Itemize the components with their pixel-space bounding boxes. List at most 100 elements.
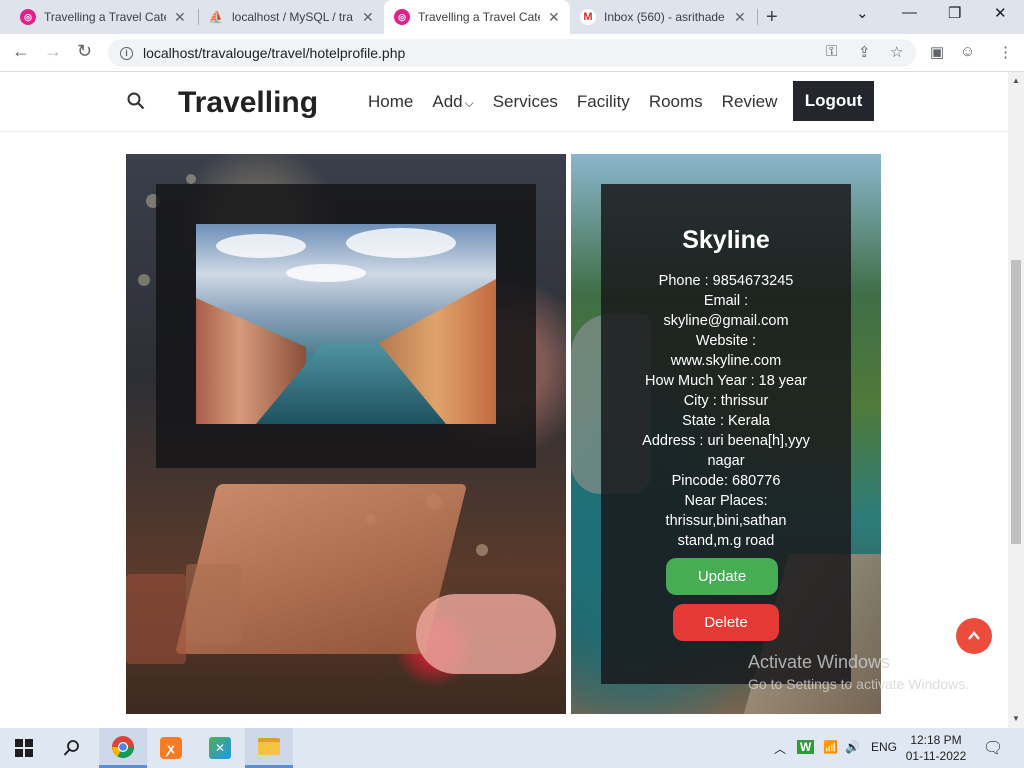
start-button[interactable] (0, 728, 48, 768)
nav-home[interactable]: Home (368, 92, 413, 112)
close-tab-icon[interactable]: ✕ (174, 9, 186, 26)
language-indicator[interactable]: ENG (871, 740, 897, 754)
forward-arrow-icon[interactable]: → (44, 41, 62, 62)
site-info-icon[interactable]: i (120, 46, 133, 60)
new-tab-icon[interactable]: + (766, 6, 778, 29)
nav-review[interactable]: Review (722, 92, 778, 112)
clock-time: 12:18 PM (910, 733, 962, 747)
back-arrow-icon[interactable]: ← (12, 41, 30, 62)
chevron-up-icon (968, 631, 980, 640)
profile-avatar-icon[interactable]: ☺ (960, 43, 975, 60)
menu-dots-icon[interactable]: ⋮ (998, 43, 1013, 61)
volume-icon[interactable]: 🔊 (845, 740, 860, 754)
browser-tab[interactable]: ⛵ localhost / MySQL / tra ✕ (198, 0, 384, 34)
cloud-shape (216, 234, 306, 258)
page-scrollbar[interactable]: ▲ ▼ (1008, 72, 1024, 728)
tab-title: localhost / MySQL / tra (232, 10, 353, 24)
hotel-address-cont: nagar (707, 453, 745, 469)
hotel-info-card: Skyline Phone : 9854673245 Email : skyli… (601, 184, 851, 684)
minimize-icon[interactable]: — (902, 4, 917, 21)
scrollbar-thumb[interactable] (1011, 260, 1021, 544)
taskbar-search-button[interactable] (48, 728, 96, 768)
taskbar-clock[interactable]: 12:18 PM 01-11-2022 (904, 732, 968, 764)
site-header: Travelling Home Add ⌵ Services Facility R… (0, 72, 1008, 132)
hand-shape (416, 594, 556, 674)
show-hidden-icons-chevron-icon[interactable]: ︿ (774, 740, 786, 757)
hotel-city: City : thrissur (683, 393, 769, 409)
bookmark-star-icon[interactable]: ☆ (890, 43, 903, 61)
share-icon[interactable]: ⇪ (858, 43, 871, 61)
side-panel-icon[interactable]: ▣ (930, 43, 944, 61)
notifications-icon[interactable]: 🗨 (983, 738, 1003, 758)
wifi-icon[interactable]: 📶 (823, 740, 838, 754)
bokeh-light (186, 174, 196, 184)
tab-title: Inbox (560) - asrithade (604, 10, 725, 24)
windows-activation-watermark: Activate Windows Go to Settings to activ… (748, 652, 969, 692)
watermark-subtitle: Go to Settings to activate Windows. (748, 676, 969, 692)
hotel-near-places-cont: stand,m.g road (677, 533, 775, 549)
browser-tab[interactable]: ◎ Travelling a Travel Cate ✕ (10, 0, 198, 34)
hotel-address: Address : uri beena[h],yyy (642, 433, 810, 449)
close-window-icon[interactable]: ✕ (994, 4, 1007, 22)
scroll-down-arrow-icon[interactable]: ▼ (1012, 714, 1020, 723)
back-to-top-button[interactable] (956, 618, 992, 654)
scroll-up-arrow-icon[interactable]: ▲ (1012, 76, 1020, 85)
hotel-email-label: Email : (703, 293, 749, 309)
nav-rooms[interactable]: Rooms (649, 92, 703, 112)
windows-logo-icon (15, 739, 33, 757)
chrome-icon (112, 735, 134, 758)
hotel-near-places-label: Near Places: (684, 493, 768, 509)
xampp-icon: ꭗ (160, 737, 182, 759)
taskbar-xampp[interactable]: ꭗ (147, 728, 195, 768)
delete-button[interactable]: Delete (673, 604, 779, 641)
logout-button[interactable]: Logout (793, 81, 874, 121)
browser-toolbar: ← → ↻ i localhost/travalouge/travel/hote… (0, 34, 1024, 72)
update-button[interactable]: Update (666, 558, 778, 595)
taskbar-app[interactable]: ✕ (196, 728, 244, 768)
browser-tab-active[interactable]: ◎ Travelling a Travel Cate ✕ (384, 0, 570, 34)
phpmyadmin-favicon-icon: ⛵ (208, 10, 224, 24)
site-favicon-icon: ◎ (20, 9, 36, 25)
main-nav: Home Add ⌵ Services Facility Rooms Review (368, 92, 796, 112)
tab-title: Travelling a Travel Cate (44, 10, 166, 24)
windows-taskbar: ꭗ ✕ ︿ W 📶 🔊 ENG 12:18 PM 01-11-2022 🗨 (0, 728, 1024, 768)
close-tab-icon[interactable]: ✕ (548, 9, 560, 26)
tab-search-chevron-icon[interactable]: ⌄ (856, 4, 869, 22)
hotel-details: Phone : 9854673245 Email : skyline@gmail… (601, 271, 851, 551)
taskbar-chrome[interactable] (99, 728, 147, 768)
site-brand[interactable]: Travelling (178, 86, 318, 120)
site-favicon-icon: ◎ (394, 9, 410, 25)
hotel-info-panel: Skyline Phone : 9854673245 Email : skyli… (571, 154, 881, 714)
folder-icon (258, 738, 280, 755)
hotel-email: skyline@gmail.com (663, 313, 789, 329)
clock-date: 01-11-2022 (905, 749, 967, 763)
key-icon[interactable]: ⚿ (826, 43, 837, 60)
taskbar-file-explorer[interactable] (245, 728, 293, 768)
close-tab-icon[interactable]: ✕ (362, 9, 374, 26)
hotel-years: How Much Year : 18 year (644, 373, 807, 389)
tray-app-icon[interactable]: W (797, 740, 815, 754)
browser-tab[interactable]: M Inbox (560) - asrithade ✕ (570, 0, 756, 34)
hotel-website-label: Website : (695, 333, 757, 349)
app-icon: ✕ (209, 737, 231, 759)
nav-add[interactable]: Add ⌵ (432, 92, 473, 112)
hotel-name: Skyline (682, 226, 770, 254)
close-tab-icon[interactable]: ✕ (734, 9, 746, 26)
hotel-pincode: Pincode: 680776 (671, 473, 781, 489)
hotel-photo (196, 224, 496, 424)
bokeh-light (476, 544, 488, 556)
hotel-photo-frame (156, 184, 536, 468)
address-bar[interactable]: i localhost/travalouge/travel/hotelprofi… (108, 39, 916, 67)
bokeh-light (138, 274, 150, 286)
restore-icon[interactable]: ❐ (948, 4, 961, 22)
tab-separator (757, 9, 758, 25)
hotel-phone: Phone : 9854673245 (658, 273, 794, 289)
nav-services[interactable]: Services (493, 92, 558, 112)
hotel-near-places: thrissur,bini,sathan (665, 513, 787, 529)
search-icon (63, 740, 79, 756)
reload-icon[interactable]: ↻ (77, 41, 92, 62)
search-icon[interactable] (127, 92, 145, 110)
nav-facility[interactable]: Facility (577, 92, 630, 112)
cloud-shape (286, 264, 366, 282)
nav-add-label: Add (432, 92, 463, 111)
